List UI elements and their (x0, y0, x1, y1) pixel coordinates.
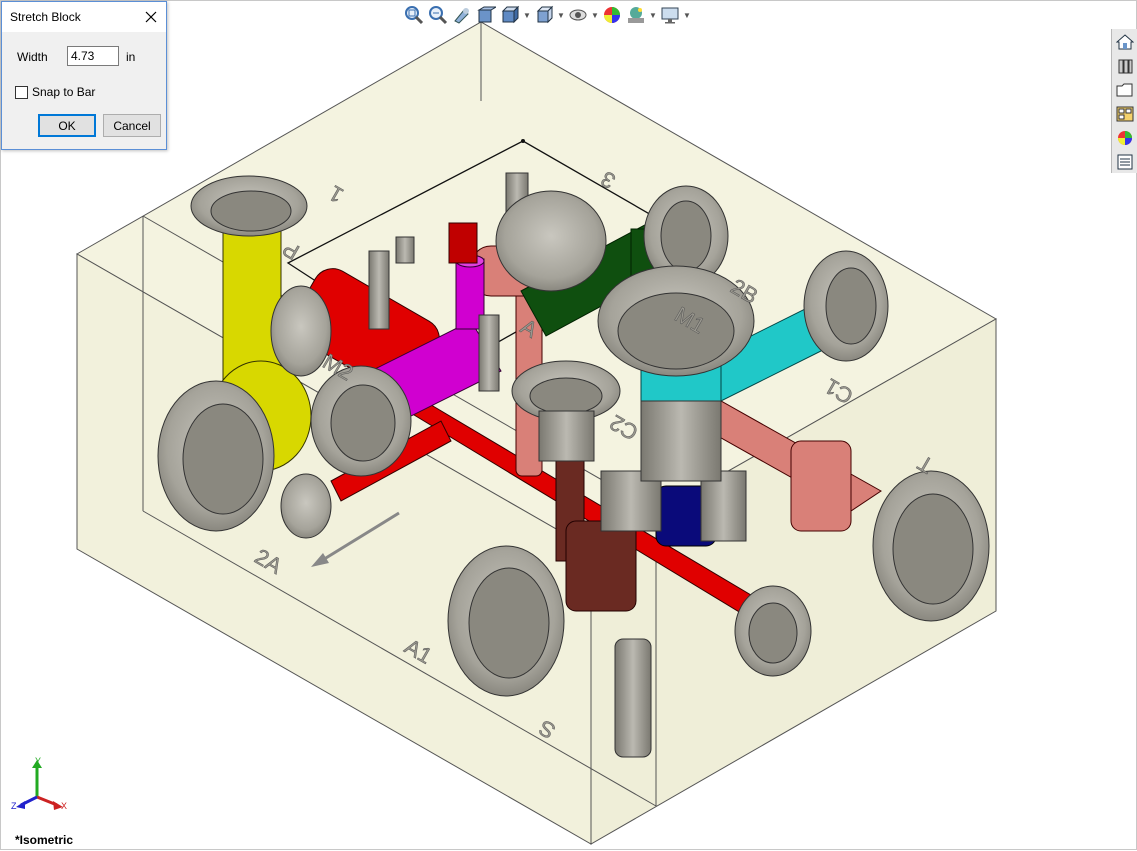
dialog-title: Stretch Block (10, 10, 81, 24)
snap-to-bar-label[interactable]: Snap to Bar (32, 85, 95, 99)
dialog-body: Width in Snap to Bar OK Cancel (2, 32, 166, 149)
width-unit-label: in (126, 50, 136, 64)
view-orientation-icon[interactable] (498, 4, 522, 26)
cancel-button[interactable]: Cancel (103, 114, 161, 137)
view-palette-icon[interactable] (1114, 103, 1136, 125)
stretch-block-dialog: Stretch Block Width in Snap to Bar OK Ca… (1, 1, 167, 150)
graphics-viewport[interactable]: 1 3 P 2B M1 M2 A C1 C2 T 2A A1 S Y X Z *… (0, 0, 1137, 850)
zoom-to-area-icon[interactable] (426, 4, 450, 26)
width-label: Width (17, 50, 48, 64)
close-icon[interactable] (140, 6, 162, 28)
custom-properties-icon[interactable] (1114, 151, 1136, 173)
triad-y-label: Y (35, 757, 41, 766)
width-input[interactable] (67, 46, 119, 66)
model-scene[interactable]: 1 3 P 2B M1 M2 A C1 C2 T 2A A1 S (1, 1, 1137, 851)
ok-button[interactable]: OK (38, 114, 96, 137)
dialog-titlebar[interactable]: Stretch Block (2, 2, 166, 32)
apply-scene-icon[interactable] (624, 4, 648, 26)
display-style-dropdown-icon[interactable]: ▼ (556, 4, 566, 26)
view-orientation-dropdown-icon[interactable]: ▼ (522, 4, 532, 26)
zoom-to-fit-icon[interactable] (402, 4, 426, 26)
coordinate-triad: Y X Z (11, 757, 67, 811)
display-style-icon[interactable] (532, 4, 556, 26)
previous-view-icon[interactable] (450, 4, 474, 26)
design-library-icon[interactable] (1114, 55, 1136, 77)
edit-appearance-icon[interactable] (600, 4, 624, 26)
appearances-icon[interactable] (1114, 127, 1136, 149)
heads-up-toolbar: ▼ ▼ ▼ ▼ ▼ (402, 4, 692, 26)
hide-show-dropdown-icon[interactable]: ▼ (590, 4, 600, 26)
home-icon[interactable] (1114, 31, 1136, 53)
apply-scene-dropdown-icon[interactable]: ▼ (648, 4, 658, 26)
snap-to-bar-checkbox[interactable] (15, 86, 28, 99)
file-explorer-icon[interactable] (1114, 79, 1136, 101)
triad-x-label: X (61, 801, 67, 811)
triad-z-label: Z (11, 801, 17, 811)
view-orientation-label: *Isometric (15, 833, 74, 847)
section-view-icon[interactable] (474, 4, 498, 26)
hide-show-icon[interactable] (566, 4, 590, 26)
view-settings-dropdown-icon[interactable]: ▼ (682, 4, 692, 26)
view-settings-icon[interactable] (658, 4, 682, 26)
task-pane (1111, 29, 1137, 173)
